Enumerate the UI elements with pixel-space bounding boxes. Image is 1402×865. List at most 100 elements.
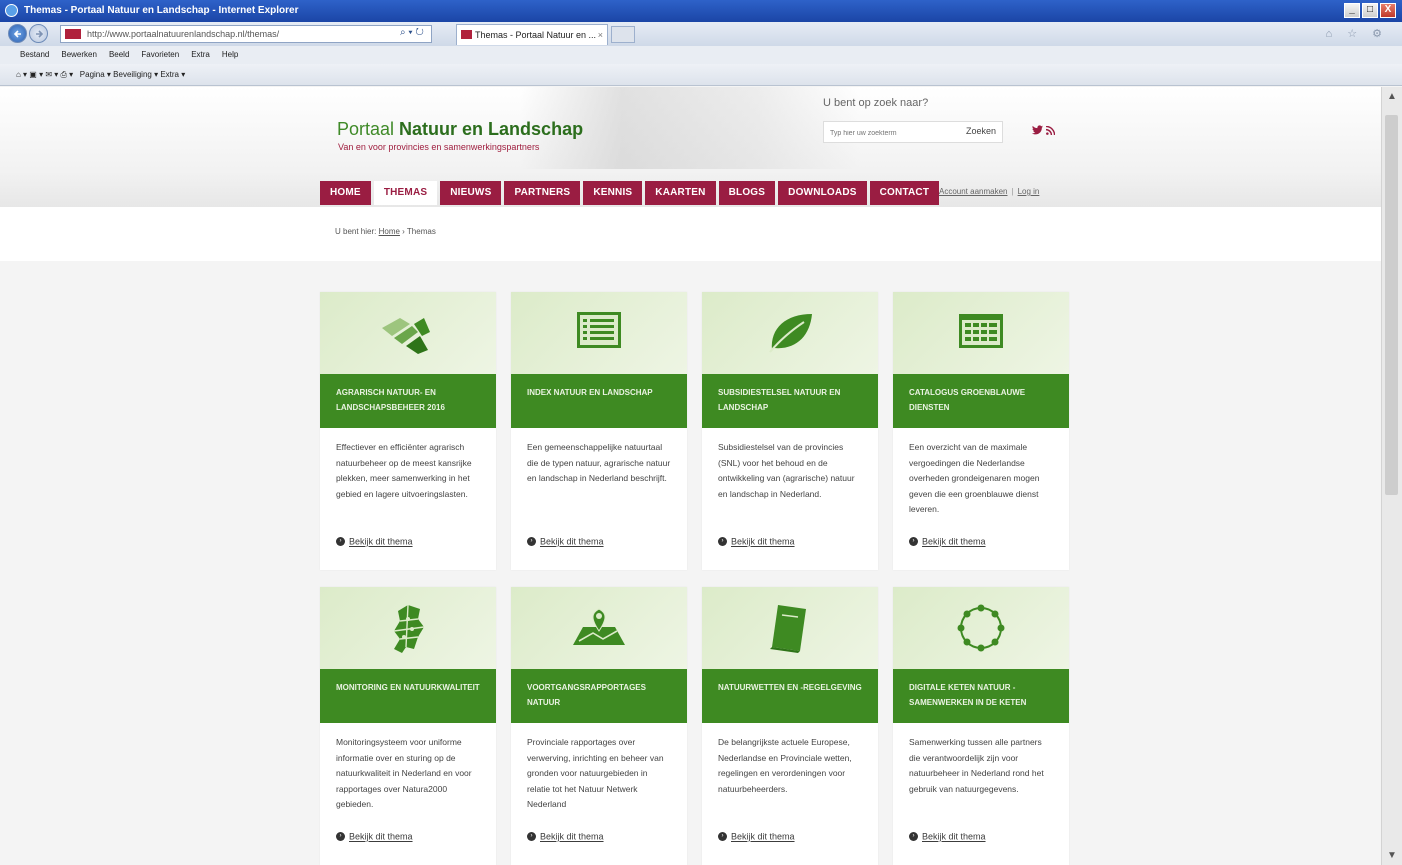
- card-title[interactable]: Subsidiestelsel Natuur en Landschap: [702, 374, 878, 428]
- theme-card[interactable]: Index Natuur en Landschap Een gemeenscha…: [511, 292, 687, 570]
- vertical-scrollbar[interactable]: ▲ ▼: [1381, 87, 1402, 865]
- nav-nieuws[interactable]: NIEUWS: [440, 181, 502, 205]
- menu-tools[interactable]: Extra: [191, 46, 210, 64]
- card-link-text[interactable]: Bekijk dit thema: [731, 537, 795, 547]
- card-link-text[interactable]: Bekijk dit thema: [540, 832, 604, 842]
- nav-kaarten[interactable]: KAARTEN: [645, 181, 716, 205]
- theme-card[interactable]: Monitoring en natuurkwaliteit Monitoring…: [320, 587, 496, 865]
- card-title[interactable]: Monitoring en natuurkwaliteit: [320, 669, 496, 723]
- command-bar-icons[interactable]: ⌂ ▾ ▣ ▾ ✉ ▾ ⎙ ▾: [16, 70, 78, 79]
- account-create-link[interactable]: Account aanmaken: [939, 187, 1008, 196]
- card-link[interactable]: › Bekijk dit thema: [336, 536, 413, 547]
- back-button[interactable]: [8, 24, 27, 43]
- nav-downloads[interactable]: DOWNLOADS: [778, 181, 867, 205]
- arrow-circle-icon: ›: [909, 832, 918, 842]
- login-link[interactable]: Log in: [1018, 187, 1040, 196]
- menu-favorites[interactable]: Favorieten: [141, 46, 179, 64]
- home-favorites-tools-icons[interactable]: ⌂ ☆ ⚙: [1326, 27, 1388, 40]
- network-circle-icon: [957, 604, 1005, 652]
- menu-file[interactable]: Bestand: [20, 46, 49, 64]
- theme-grid: Agrarisch natuur- en landschapsbeheer 20…: [320, 292, 1070, 865]
- logo-subtitle: Van en voor provincies en samenwerkingsp…: [338, 142, 540, 152]
- forward-button[interactable]: [29, 24, 48, 43]
- social-icons[interactable]: [1032, 125, 1056, 138]
- card-image: [893, 587, 1069, 669]
- card-title[interactable]: Digitale keten natuur - samenwerken in d…: [893, 669, 1069, 723]
- scroll-up-icon[interactable]: ▲: [1387, 91, 1397, 102]
- menu-view[interactable]: Beeld: [109, 46, 129, 64]
- account-separator: |: [1011, 187, 1014, 196]
- card-description: Samenwerking tussen alle partners die ve…: [909, 737, 1044, 794]
- menu-help[interactable]: Help: [222, 46, 238, 64]
- nav-partners[interactable]: PARTNERS: [504, 181, 581, 205]
- card-link-text[interactable]: Bekijk dit thema: [540, 537, 604, 547]
- address-bar[interactable]: http://www.portaalnatuurenlandschap.nl/t…: [60, 25, 432, 43]
- card-link-text[interactable]: Bekijk dit thema: [349, 832, 413, 842]
- theme-card[interactable]: Catalogus groenblauwe diensten Een overz…: [893, 292, 1069, 570]
- command-bar-menus[interactable]: Pagina ▾ Beveiliging ▾ Extra ▾: [80, 70, 185, 79]
- rss-icon[interactable]: [1045, 125, 1056, 136]
- menu-edit[interactable]: Bewerken: [61, 46, 97, 64]
- tab-title: Themas - Portaal Natuur en ...: [475, 30, 597, 40]
- search-button[interactable]: Zoeken: [966, 126, 996, 136]
- card-link[interactable]: › Bekijk dit thema: [909, 536, 986, 547]
- card-description: Provinciale rapportages over verwerving,…: [527, 737, 664, 809]
- browser-tab[interactable]: Themas - Portaal Natuur en ... ×: [456, 24, 608, 45]
- search-input[interactable]: [824, 123, 942, 144]
- search-box: Zoeken: [823, 121, 1003, 144]
- card-link-text[interactable]: Bekijk dit thema: [922, 832, 986, 842]
- card-title[interactable]: Catalogus groenblauwe diensten: [893, 374, 1069, 428]
- card-link[interactable]: › Bekijk dit thema: [527, 831, 604, 842]
- address-text: http://www.portaalnatuurenlandschap.nl/t…: [87, 29, 280, 39]
- card-link-text[interactable]: Bekijk dit thema: [349, 537, 413, 547]
- card-description: De belangrijkste actuele Europese, Neder…: [718, 737, 852, 794]
- scrollbar-thumb[interactable]: [1385, 115, 1398, 495]
- site-favicon-icon: [65, 29, 81, 39]
- nav-home[interactable]: HOME: [320, 181, 371, 205]
- site-logo[interactable]: Portaal Natuur en Landschap: [337, 119, 583, 140]
- theme-card[interactable]: Natuurwetten en -regelgeving De belangri…: [702, 587, 878, 865]
- breadcrumb-home[interactable]: Home: [379, 227, 400, 236]
- browser-navbar: http://www.portaalnatuurenlandschap.nl/t…: [0, 22, 1402, 46]
- card-title[interactable]: Natuurwetten en -regelgeving: [702, 669, 878, 723]
- card-title[interactable]: Index Natuur en Landschap: [511, 374, 687, 428]
- theme-card[interactable]: Agrarisch natuur- en landschapsbeheer 20…: [320, 292, 496, 570]
- agri-fields-icon: [382, 318, 430, 354]
- nav-themas[interactable]: THEMAS: [373, 181, 438, 205]
- card-link[interactable]: › Bekijk dit thema: [527, 536, 604, 547]
- nav-kennis[interactable]: KENNIS: [583, 181, 643, 205]
- tab-close-icon[interactable]: ×: [598, 25, 603, 45]
- theme-card[interactable]: Voortgangsrapportages natuur Provinciale…: [511, 587, 687, 865]
- card-link[interactable]: › Bekijk dit thema: [718, 831, 795, 842]
- minimize-button[interactable]: _: [1344, 3, 1360, 18]
- theme-card[interactable]: Digitale keten natuur - samenwerken in d…: [893, 587, 1069, 865]
- card-description: Effectiever en efficiënter agrarisch nat…: [336, 442, 472, 499]
- card-description: Monitoringsysteem voor uniforme informat…: [336, 737, 472, 809]
- logo-bold: Natuur en Landschap: [399, 119, 584, 139]
- theme-card[interactable]: Subsidiestelsel Natuur en Landschap Subs…: [702, 292, 878, 570]
- card-title[interactable]: Agrarisch natuur- en landschapsbeheer 20…: [320, 374, 496, 428]
- new-tab-button[interactable]: [611, 26, 635, 43]
- scroll-down-icon[interactable]: ▼: [1387, 850, 1397, 861]
- search-refresh-icons[interactable]: ⌕ ▾ ↻: [400, 27, 424, 38]
- close-button[interactable]: X: [1380, 3, 1396, 18]
- site-header: Portaal Natuur en Landschap Van en voor …: [0, 87, 1381, 207]
- arrow-circle-icon: ›: [718, 537, 727, 547]
- maximize-button[interactable]: □: [1362, 3, 1378, 18]
- card-link-text[interactable]: Bekijk dit thema: [731, 832, 795, 842]
- twitter-icon[interactable]: [1032, 125, 1043, 135]
- window-title: Themas - Portaal Natuur en Landschap - I…: [24, 5, 299, 16]
- card-description: Een overzicht van de maximale vergoeding…: [909, 442, 1040, 514]
- nav-blogs[interactable]: BLOGS: [718, 181, 776, 205]
- card-description: Subsidiestelsel van de provincies (SNL) …: [718, 442, 855, 499]
- nav-contact[interactable]: CONTACT: [869, 181, 940, 205]
- back-arrow-icon: [13, 30, 21, 38]
- card-image: [702, 587, 878, 669]
- card-link[interactable]: › Bekijk dit thema: [336, 831, 413, 842]
- card-link[interactable]: › Bekijk dit thema: [909, 831, 986, 842]
- arrow-circle-icon: ›: [909, 537, 918, 547]
- card-title[interactable]: Voortgangsrapportages natuur: [511, 669, 687, 723]
- card-link[interactable]: › Bekijk dit thema: [718, 536, 795, 547]
- leaf-icon: [769, 314, 812, 353]
- card-link-text[interactable]: Bekijk dit thema: [922, 537, 986, 547]
